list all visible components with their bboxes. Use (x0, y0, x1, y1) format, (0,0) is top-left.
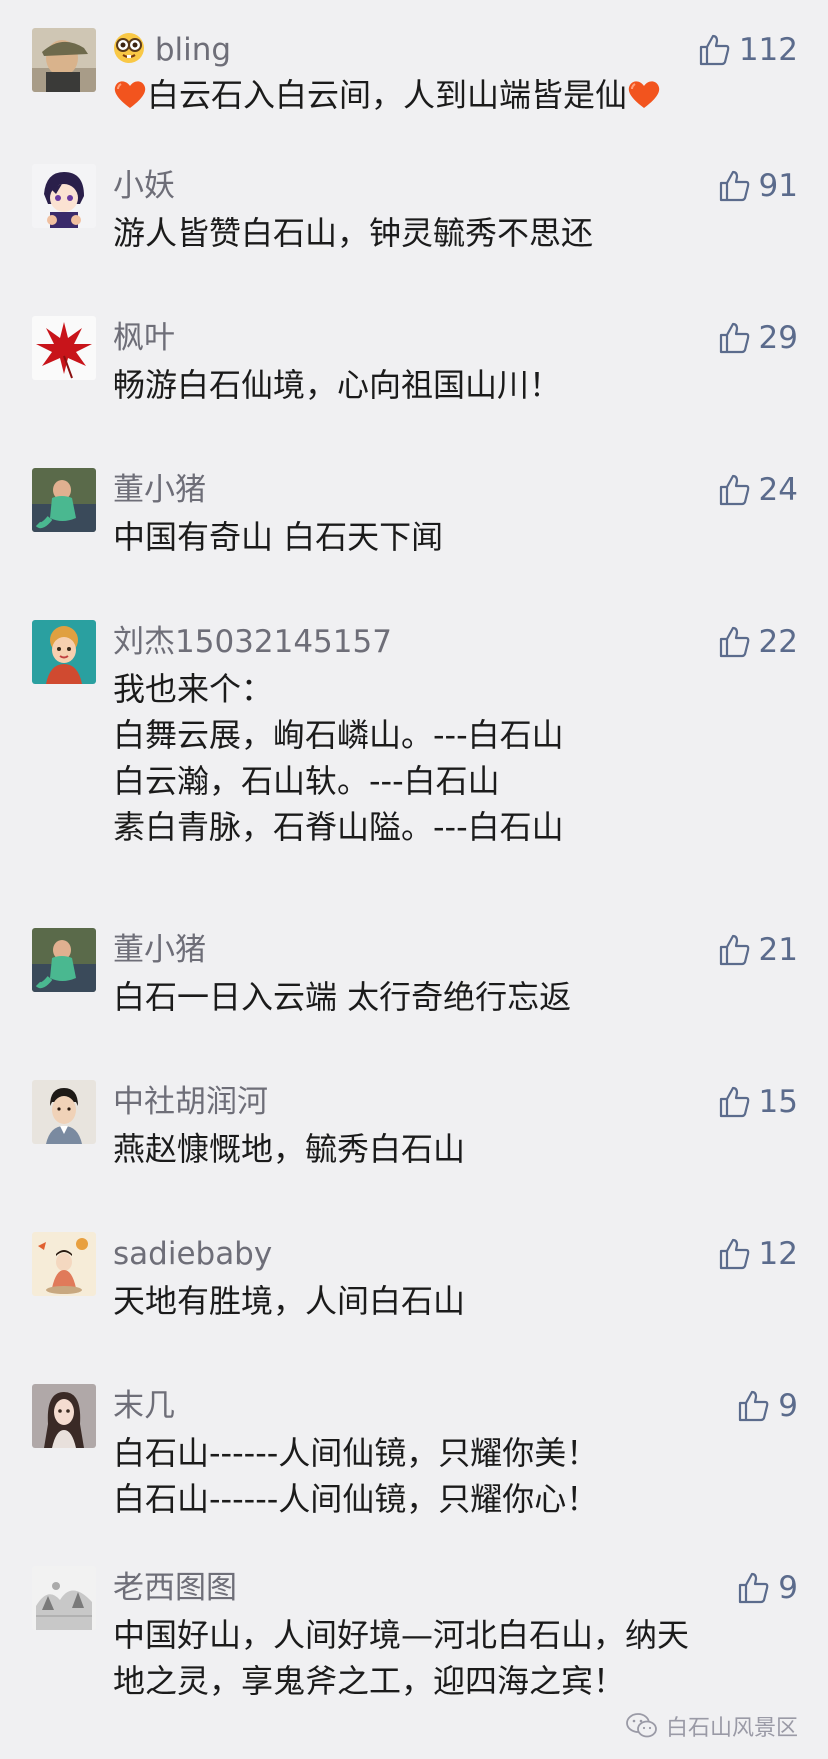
nerd-face-emoji (113, 32, 145, 74)
thumbs-up-icon (739, 1572, 769, 1604)
commenter-name[interactable]: 枫叶 (113, 318, 175, 358)
commenter-name[interactable]: bling (113, 30, 231, 74)
commenter-name[interactable]: 小妖 (113, 166, 175, 206)
like-count: 12 (758, 1236, 798, 1272)
comment-text: 白石山------人间仙镜，只耀你美！ 白石山------人间仙镜，只耀你心！ (113, 1430, 793, 1522)
thumbs-up-icon (719, 170, 749, 202)
avatar[interactable] (32, 1080, 96, 1144)
comment-line: 中国有奇山 白石天下闻 (113, 518, 444, 556)
commenter-name[interactable]: 末几 (113, 1386, 175, 1426)
like-button[interactable]: 12 (717, 1232, 798, 1276)
comment-line: 白云瀚，石山轪。---白石山 (113, 762, 500, 800)
comment-text: 游人皆赞白石山，钟灵毓秀不思还 (113, 210, 793, 256)
thumbs-up-icon (739, 1390, 769, 1422)
like-count: 21 (758, 932, 798, 968)
like-count: 9 (778, 1388, 798, 1424)
avatar[interactable] (32, 28, 96, 92)
comment-line: 素白青脉，石脊山隘。---白石山 (113, 808, 564, 846)
commenter-name[interactable]: 老西图图 (113, 1568, 237, 1608)
like-button[interactable]: 15 (717, 1080, 798, 1124)
avatar[interactable] (32, 164, 96, 228)
thumbs-up-icon (719, 322, 749, 354)
brand-watermark: 白石山风景区 (626, 1710, 798, 1742)
like-button[interactable]: 22 (717, 620, 798, 664)
comment-line: 地之灵，享鬼斧之工，迎四海之宾！ (113, 1662, 626, 1700)
thumbs-up-icon (719, 1238, 749, 1270)
comment-line: 我也来个： (113, 670, 274, 708)
red-heart-emoji (113, 76, 147, 122)
like-button[interactable]: 112 (697, 28, 798, 72)
comment-text: 白石一日入云端 太行奇绝行忘返 (113, 974, 793, 1020)
like-count: 22 (758, 624, 798, 660)
comment-line: 白云石入白云间，人到山端皆是仙 (147, 76, 628, 114)
commenter-name[interactable]: 董小猪 (113, 470, 206, 510)
comment-line: 中国好山，人间好境—河北白石山，纳天 (113, 1616, 690, 1654)
avatar[interactable] (32, 316, 96, 380)
comment-text: 天地有胜境，人间白石山 (113, 1278, 793, 1324)
avatar[interactable] (32, 1232, 96, 1296)
comment-text: 畅游白石仙境，心向祖国山川！ (113, 362, 793, 408)
like-button[interactable]: 24 (717, 468, 798, 512)
red-heart-emoji (627, 76, 661, 122)
thumbs-up-icon (719, 474, 749, 506)
avatar[interactable] (32, 468, 96, 532)
comment-line: 燕赵慷慨地，毓秀白石山 (113, 1130, 466, 1168)
comment-line: 白舞云展，峋石嶙山。---白石山 (113, 716, 564, 754)
avatar[interactable] (32, 620, 96, 684)
commenter-name[interactable]: 中社胡润河 (113, 1082, 268, 1122)
avatar[interactable] (32, 928, 96, 992)
commenter-name[interactable]: sadiebaby (113, 1234, 272, 1274)
like-count: 15 (758, 1084, 798, 1120)
brand-name: 白石山风景区 (665, 1716, 798, 1741)
like-button[interactable]: 91 (717, 164, 798, 208)
like-button[interactable]: 9 (736, 1566, 798, 1610)
comment-line: 游人皆赞白石山，钟灵毓秀不思还 (113, 214, 594, 252)
comment-text: 中国有奇山 白石天下闻 (113, 514, 793, 560)
comment-line: 畅游白石仙境，心向祖国山川！ (113, 366, 562, 404)
thumbs-up-icon (719, 934, 749, 966)
thumbs-up-icon (719, 1086, 749, 1118)
like-count: 112 (738, 32, 798, 68)
commenter-name-text: bling (154, 32, 232, 68)
avatar[interactable] (32, 1566, 96, 1630)
comment-line: 白石山------人间仙镜，只耀你心！ (113, 1480, 599, 1518)
commenter-name[interactable]: 董小猪 (113, 930, 206, 970)
comment-line: 白石一日入云端 太行奇绝行忘返 (113, 978, 572, 1016)
like-button[interactable]: 29 (717, 316, 798, 360)
comment-line: 白石山------人间仙镜，只耀你美！ (113, 1434, 599, 1472)
like-count: 24 (758, 472, 798, 508)
thumbs-up-icon (719, 626, 749, 658)
comment-text: 燕赵慷慨地，毓秀白石山 (113, 1126, 793, 1172)
comment-text: 我也来个： 白舞云展，峋石嶙山。---白石山 白云瀚，石山轪。---白石山 素白… (113, 666, 793, 850)
comment-text: 中国好山，人间好境—河北白石山，纳天 地之灵，享鬼斧之工，迎四海之宾！ (113, 1612, 793, 1704)
comment-text: 白云石入白云间，人到山端皆是仙 (113, 72, 793, 122)
comment-line: 天地有胜境，人间白石山 (113, 1282, 466, 1320)
wechat-icon (626, 1713, 657, 1738)
thumbs-up-icon (699, 34, 730, 66)
like-count: 91 (758, 168, 798, 204)
like-button[interactable]: 9 (736, 1384, 798, 1428)
like-button[interactable]: 21 (717, 928, 798, 972)
commenter-name[interactable]: 刘杰15032145157 (113, 622, 392, 662)
like-count: 29 (758, 320, 798, 356)
avatar[interactable] (32, 1384, 96, 1448)
like-count: 9 (778, 1570, 798, 1606)
